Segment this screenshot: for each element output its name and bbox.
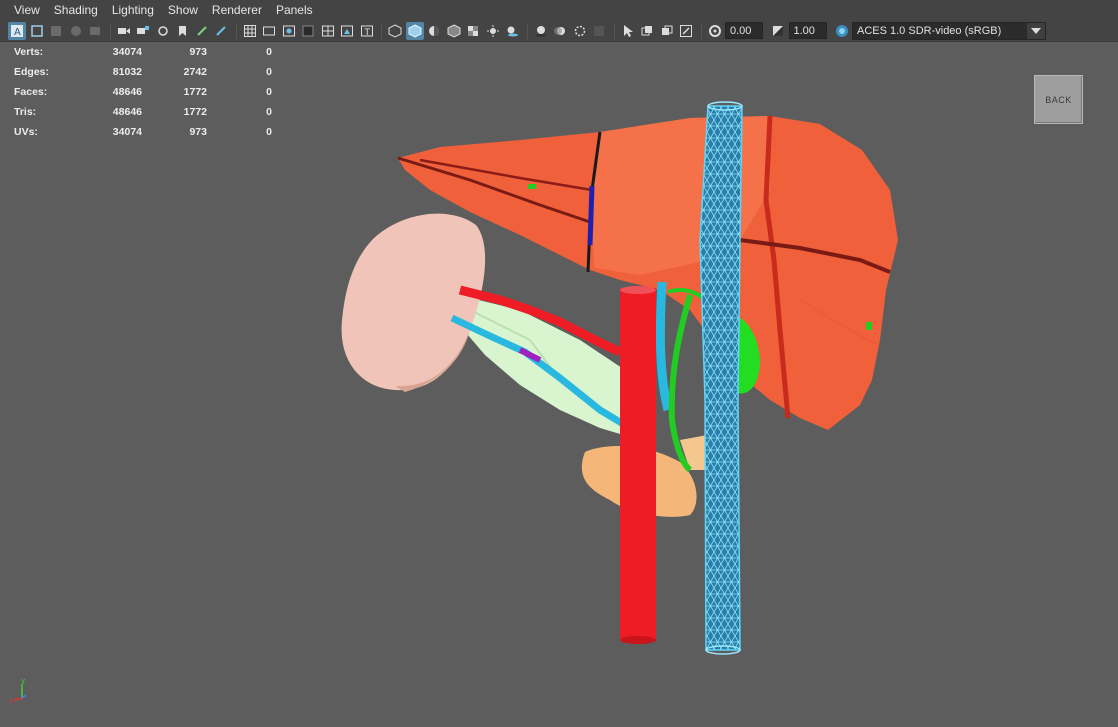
default-material-icon[interactable]: [425, 22, 443, 40]
textured-icon[interactable]: [464, 22, 482, 40]
camera-tumble-icon[interactable]: [154, 22, 172, 40]
hud-value-components: 0: [266, 86, 272, 98]
hud-row-edges: Edges: 81032 2742 0: [14, 62, 272, 82]
hud-value-selected: 2742: [183, 66, 207, 78]
camera-attributes-icon[interactable]: [28, 22, 46, 40]
hud-value-selected: 973: [189, 126, 207, 138]
film-gate-icon[interactable]: [260, 22, 278, 40]
svg-text:T: T: [363, 28, 370, 38]
hud-value-total: 48646: [112, 106, 142, 118]
hud-label: UVs:: [14, 126, 38, 138]
chevron-down-icon: [1027, 22, 1045, 39]
camera-lock-icon[interactable]: [134, 22, 152, 40]
isolate-select-icon[interactable]: [638, 22, 656, 40]
hud-value-selected: 1772: [183, 86, 207, 98]
hud-value-components: 0: [266, 126, 272, 138]
select-cursor-icon[interactable]: [619, 22, 637, 40]
toolbar-divider: [526, 22, 528, 39]
menu-show[interactable]: Show: [161, 0, 205, 20]
viewcube-back-button[interactable]: BACK: [1034, 75, 1083, 124]
axis-y-label: y: [21, 677, 25, 685]
gamma-icon[interactable]: [769, 22, 787, 40]
ivc-wireframe-mesh[interactable]: [699, 101, 743, 655]
motion-blur-icon[interactable]: [551, 22, 569, 40]
grid-icon[interactable]: [241, 22, 259, 40]
smooth-shade-icon[interactable]: [405, 21, 424, 40]
hud-label: Edges:: [14, 66, 50, 78]
wireframe-icon[interactable]: [386, 22, 404, 40]
gate-mask-icon[interactable]: [299, 22, 317, 40]
pencil-icon[interactable]: [212, 22, 230, 40]
exposure-icon[interactable]: [706, 22, 724, 40]
hud-row-verts: Verts: 34074 973 0: [14, 42, 272, 62]
hud-value-total: 34074: [112, 126, 142, 138]
hud-value-components: 0: [266, 66, 272, 78]
menu-shading[interactable]: Shading: [47, 0, 105, 20]
hud-row-uvs: UVs: 34074 973 0: [14, 122, 272, 142]
poly-count-hud: Verts: 34074 973 0 Edges: 81032 2742 0 F…: [14, 42, 272, 142]
view-transform-value: ACES 1.0 SDR-video (sRGB): [857, 24, 1002, 37]
bookmarks-icon[interactable]: [47, 22, 65, 40]
axis-gizmo-icon: y x: [9, 677, 27, 704]
menu-view[interactable]: View: [7, 0, 47, 20]
resolution-gate-icon[interactable]: [280, 22, 298, 40]
use-all-lights-icon[interactable]: [484, 22, 502, 40]
menu-panels[interactable]: Panels: [269, 0, 320, 20]
image-plane-icon[interactable]: [67, 22, 85, 40]
shadows-icon[interactable]: [503, 22, 521, 40]
toolbar-divider: [700, 22, 702, 39]
field-chart-icon[interactable]: [319, 22, 337, 40]
exposure-field[interactable]: 0.00: [725, 22, 763, 39]
hud-row-faces: Faces: 48646 1772 0: [14, 82, 272, 102]
select-camera-icon[interactable]: A: [8, 21, 26, 40]
screen-space-ao-icon[interactable]: [532, 22, 550, 40]
hud-label: Faces:: [14, 86, 48, 98]
2d-pan-zoom-icon[interactable]: [86, 22, 104, 40]
gamma-field[interactable]: 1.00: [788, 22, 827, 39]
hud-value-total: 48646: [112, 86, 142, 98]
axis-x-label: x: [9, 697, 13, 704]
hud-value-total: 34074: [112, 46, 142, 58]
hud-value-selected: 973: [189, 46, 207, 58]
portal-vein[interactable]: [655, 281, 673, 412]
toolbar-divider: [381, 22, 382, 39]
spleen-mesh[interactable]: [341, 213, 486, 392]
frame-selection-icon[interactable]: [677, 22, 695, 40]
camera-icon[interactable]: [115, 22, 133, 40]
viewport-3d-scene[interactable]: [0, 42, 1118, 727]
hud-value-selected: 1772: [183, 106, 207, 118]
safe-action-icon[interactable]: [338, 22, 356, 40]
bookmark-flag-icon[interactable]: [173, 22, 191, 40]
hud-value-components: 0: [266, 46, 272, 58]
anti-aliasing-icon[interactable]: [571, 22, 589, 40]
view-transform-dropdown[interactable]: ACES 1.0 SDR-video (sRGB): [852, 21, 1046, 40]
toolbar-divider: [613, 22, 615, 39]
aorta-mesh[interactable]: [620, 286, 656, 644]
toolbar-divider: [109, 22, 111, 39]
xray-icon[interactable]: [658, 22, 676, 40]
panel-toolbar: A T 0.00 1.00 ACES 1.0 SDR-video (sRGB): [0, 20, 1118, 42]
safe-title-icon[interactable]: T: [358, 22, 376, 40]
toolbar-divider: [235, 22, 237, 39]
grease-pencil-icon[interactable]: [193, 22, 211, 40]
hud-value-components: 0: [266, 106, 272, 118]
hud-label: Verts:: [14, 46, 44, 58]
menu-lighting[interactable]: Lighting: [105, 0, 161, 20]
svg-text:A: A: [14, 27, 21, 38]
color-management-icon[interactable]: [833, 22, 851, 40]
depth-of-field-icon[interactable]: [590, 22, 608, 40]
menu-renderer[interactable]: Renderer: [205, 0, 269, 20]
wireframe-on-shaded-icon[interactable]: [445, 22, 463, 40]
hud-value-total: 81032: [112, 66, 142, 78]
menu-bar: View Shading Lighting Show Renderer Pane…: [0, 0, 1118, 20]
hud-label: Tris:: [14, 106, 37, 118]
hud-row-tris: Tris: 48646 1772 0: [14, 102, 272, 122]
